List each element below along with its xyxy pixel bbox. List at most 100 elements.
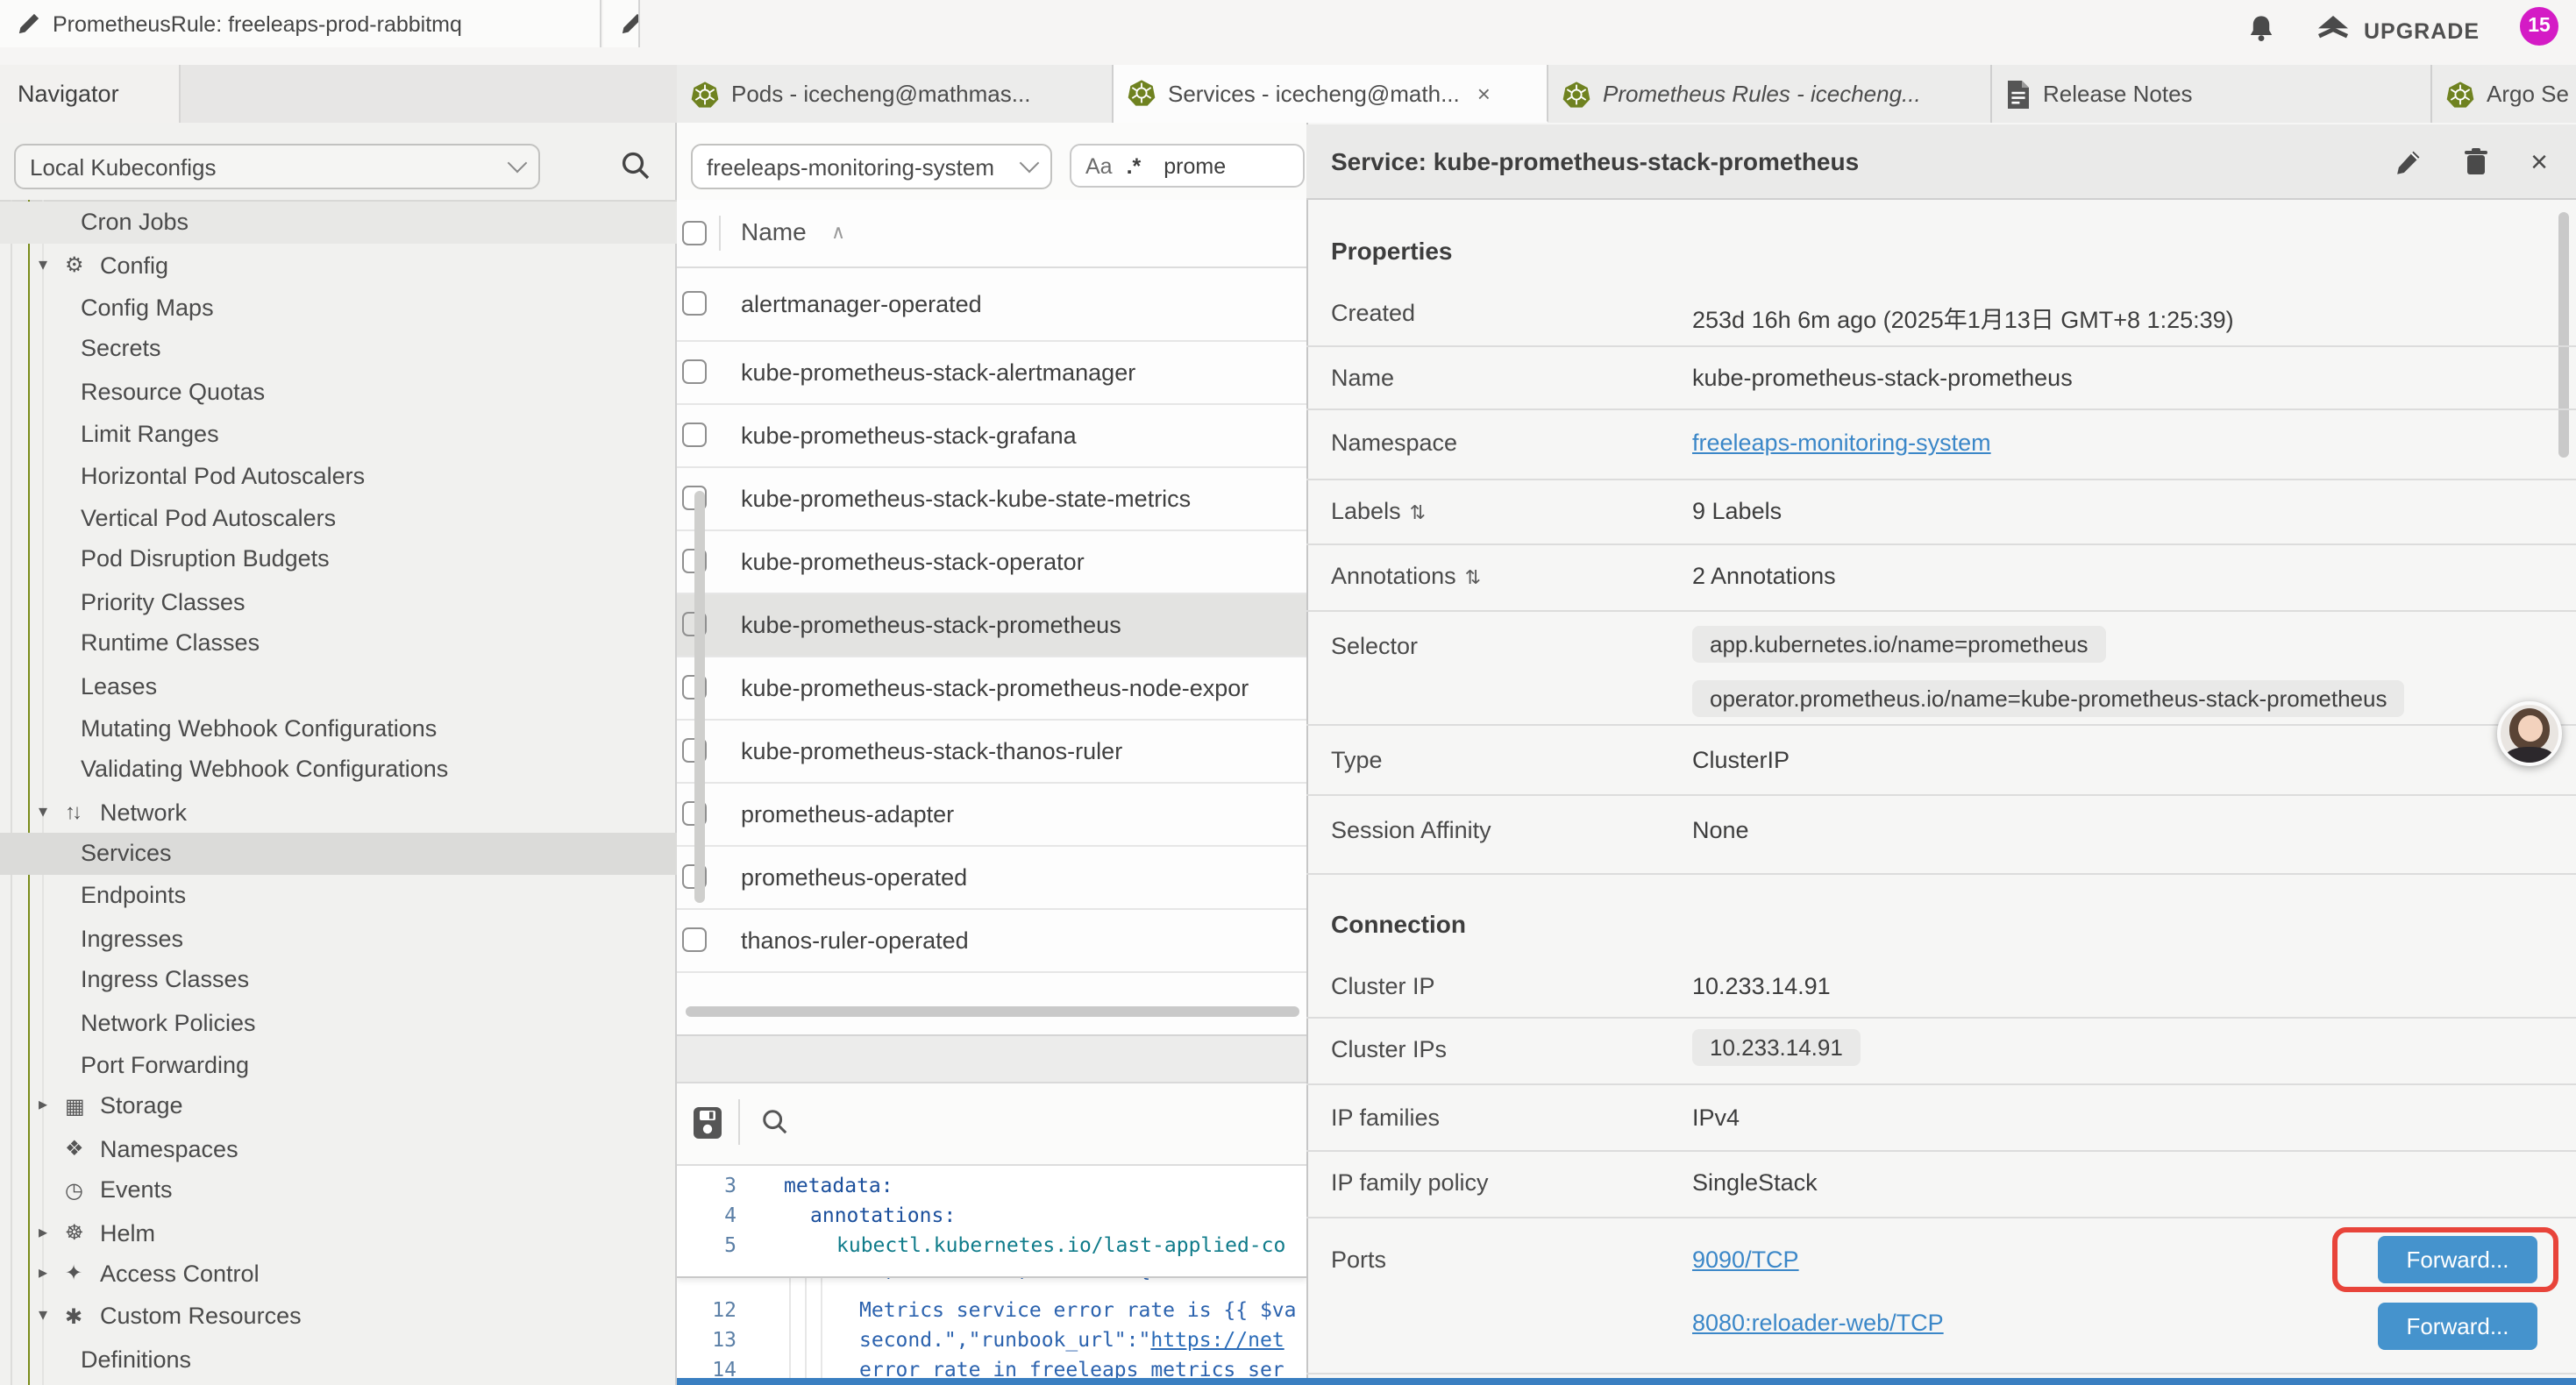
sidebar-item-cron-jobs[interactable]: Cron Jobs	[0, 201, 677, 243]
sidebar-item-horizontal-pod-autoscalers[interactable]: Horizontal Pod Autoscalers	[0, 454, 677, 496]
table-row[interactable]: thanos-ruler-operated	[677, 909, 1306, 972]
sidebar-item-runtime-classes[interactable]: Runtime Classes	[0, 621, 677, 664]
detail-row-selector: Selector app.kubernetes.io/name=promethe…	[1306, 611, 2576, 725]
row-checkbox[interactable]	[681, 927, 706, 952]
sidebar-item-pod-disruption-budgets[interactable]: Pod Disruption Budgets	[0, 537, 677, 579]
clock-icon: ◷	[65, 1177, 93, 1202]
table-row[interactable]: kube-prometheus-stack-grafana	[677, 404, 1306, 467]
editor-tab-partial[interactable]	[603, 0, 640, 47]
chevron-down-icon	[508, 153, 528, 174]
sidebar-item-definitions[interactable]: Definitions	[0, 1338, 677, 1380]
sidebar-item-events[interactable]: ◷Events	[0, 1168, 677, 1211]
table-row[interactable]: kube-prometheus-stack-alertmanager	[677, 341, 1306, 404]
sidebar-item-mutating-webhook-configurations[interactable]: Mutating Webhook Configurations	[0, 707, 677, 749]
namespace-link[interactable]: freeleaps-monitoring-system	[1692, 430, 1991, 456]
sidebar-group-storage[interactable]: ▸▦Storage	[0, 1084, 677, 1126]
chevron-right-icon[interactable]: ▸	[39, 1223, 60, 1242]
table-row[interactable]: kube-prometheus-stack-kube-state-metrics	[677, 467, 1306, 530]
chevron-down-icon[interactable]: ▾	[39, 255, 60, 274]
forward-button-8080[interactable]: Forward...	[2378, 1302, 2537, 1349]
sidebar-item-ingress-classes[interactable]: Ingress Classes	[0, 958, 677, 1000]
table-row[interactable]: prometheus-adapter	[677, 783, 1306, 846]
sidebar-group-network[interactable]: ▾↑↓Network	[0, 791, 677, 833]
tab-navigator[interactable]: Navigator	[0, 65, 181, 123]
sidebar-group-config[interactable]: ▾⚙Config	[0, 244, 677, 286]
yaml-editor[interactable]: 11 o","for":"nm","labels":{"service":" 1…	[677, 1166, 1306, 1378]
cluster-ip-chip: 10.233.14.91	[1692, 1029, 1861, 1066]
sidebar-item-services[interactable]: Services	[0, 832, 677, 874]
tab-prometheus-rules[interactable]: Prometheus Rules - icecheng...	[1548, 65, 1992, 123]
selector-chip: app.kubernetes.io/name=prometheus	[1692, 625, 2105, 662]
sidebar-group-helm[interactable]: ▸☸Helm	[0, 1211, 677, 1254]
sidebar-item-network-policies[interactable]: Network Policies	[0, 1001, 677, 1043]
tab-argo[interactable]: Argo Se	[2432, 65, 2576, 123]
match-case-toggle[interactable]: Aa	[1085, 153, 1113, 178]
editor-search-icon[interactable]	[761, 1108, 789, 1136]
sort-updown-icon[interactable]: ⇅	[1465, 568, 1481, 589]
horizontal-scrollbar[interactable]	[686, 1006, 1299, 1017]
tab-services[interactable]: Services - icecheng@math... ×	[1114, 65, 1548, 123]
sidebar-item-vertical-pod-autoscalers[interactable]: Vertical Pod Autoscalers	[0, 496, 677, 538]
sidebar-item-resource-quotas[interactable]: Resource Quotas	[0, 370, 677, 412]
row-checkbox[interactable]	[681, 291, 706, 316]
profile-badge[interactable]: 15	[2520, 7, 2558, 46]
kubernetes-icon	[691, 80, 719, 108]
port-link-9090[interactable]: 9090/TCP	[1692, 1246, 1799, 1273]
name-filter-input[interactable]: Aa .* prome	[1070, 144, 1305, 188]
table-row-selected[interactable]: kube-prometheus-stack-prometheus	[677, 593, 1306, 657]
tab-pods[interactable]: Pods - icecheng@mathmas...	[677, 65, 1114, 123]
sidebar-item-priority-classes[interactable]: Priority Classes	[0, 580, 677, 622]
tab-argo-label: Argo Se	[2487, 81, 2569, 107]
code-link[interactable]: https://net	[1150, 1327, 1284, 1352]
column-resize-handle[interactable]	[719, 216, 721, 251]
namespace-select[interactable]: freeleaps-monitoring-system	[691, 144, 1052, 189]
table-row[interactable]: prometheus-operated	[677, 846, 1306, 909]
edit-pencil-icon[interactable]	[2395, 148, 2422, 174]
name-column-header[interactable]: Name	[741, 217, 807, 245]
row-checkbox[interactable]	[681, 423, 706, 447]
sidebar-search-icon[interactable]	[621, 151, 651, 181]
row-checkbox[interactable]	[681, 359, 706, 384]
port-link-8080[interactable]: 8080:reloader-web/TCP	[1692, 1310, 1944, 1336]
table-row[interactable]: alertmanager-operated	[677, 267, 1306, 341]
chevron-down-icon[interactable]: ▾	[39, 1306, 60, 1325]
sidebar-item-port-forwarding[interactable]: Port Forwarding	[0, 1043, 677, 1085]
sidebar-item-secrets[interactable]: Secrets	[0, 327, 677, 369]
sidebar-item-config-maps[interactable]: Config Maps	[0, 286, 677, 328]
table-row[interactable]: kube-prometheus-stack-thanos-ruler	[677, 720, 1306, 783]
assistant-avatar[interactable]	[2497, 701, 2562, 766]
sidebar-group-custom-resources[interactable]: ▾✱Custom Resources	[0, 1295, 677, 1337]
delete-trash-icon[interactable]	[2464, 147, 2488, 175]
select-all-checkbox[interactable]	[681, 221, 706, 245]
sidebar-item-endpoints[interactable]: Endpoints	[0, 874, 677, 916]
chevron-right-icon[interactable]: ▸	[39, 1096, 60, 1115]
sort-ascending-icon[interactable]: ∧	[831, 221, 845, 244]
table-row[interactable]: kube-prometheus-stack-operator	[677, 530, 1306, 593]
detail-row-type: Type ClusterIP	[1306, 725, 2576, 795]
sidebar-item-limit-ranges[interactable]: Limit Ranges	[0, 413, 677, 455]
kubeconfig-source-value: Local Kubeconfigs	[30, 153, 217, 180]
editor-tab-prometheusrule[interactable]: PrometheusRule: freeleaps-prod-rabbitmq	[0, 0, 601, 47]
sidebar-group-access-control[interactable]: ▸✦Access Control	[0, 1252, 677, 1294]
kubeconfig-source-select[interactable]: Local Kubeconfigs	[14, 144, 540, 189]
editor-tab-strip	[677, 1034, 1306, 1083]
save-icon[interactable]	[693, 1106, 722, 1140]
upgrade-chevrons-icon[interactable]	[2316, 14, 2350, 46]
upgrade-button[interactable]: UPGRADE	[2364, 19, 2480, 44]
sidebar-item-leases[interactable]: Leases	[0, 664, 677, 707]
kubernetes-icon	[1562, 80, 1590, 108]
close-tab-icon[interactable]: ×	[1477, 80, 1491, 106]
chevron-down-icon[interactable]: ▾	[39, 802, 60, 821]
pencil-icon	[621, 12, 640, 35]
sort-updown-icon[interactable]: ⇅	[1410, 502, 1426, 523]
tab-release-notes[interactable]: Release Notes	[1992, 65, 2432, 123]
sidebar-item-ingresses[interactable]: Ingresses	[0, 917, 677, 959]
chevron-right-icon[interactable]: ▸	[39, 1263, 60, 1282]
notifications-bell-icon[interactable]	[2248, 14, 2274, 44]
sidebar-item-validating-webhook-configurations[interactable]: Validating Webhook Configurations	[0, 748, 677, 790]
sidebar-item-namespaces[interactable]: ❖Namespaces	[0, 1127, 677, 1169]
close-details-icon[interactable]: ×	[2530, 148, 2548, 174]
regex-toggle[interactable]: .*	[1127, 153, 1142, 178]
table-row[interactable]: kube-prometheus-stack-prometheus-node-ex…	[677, 657, 1306, 720]
sidebar-scrollbar[interactable]	[694, 491, 705, 903]
